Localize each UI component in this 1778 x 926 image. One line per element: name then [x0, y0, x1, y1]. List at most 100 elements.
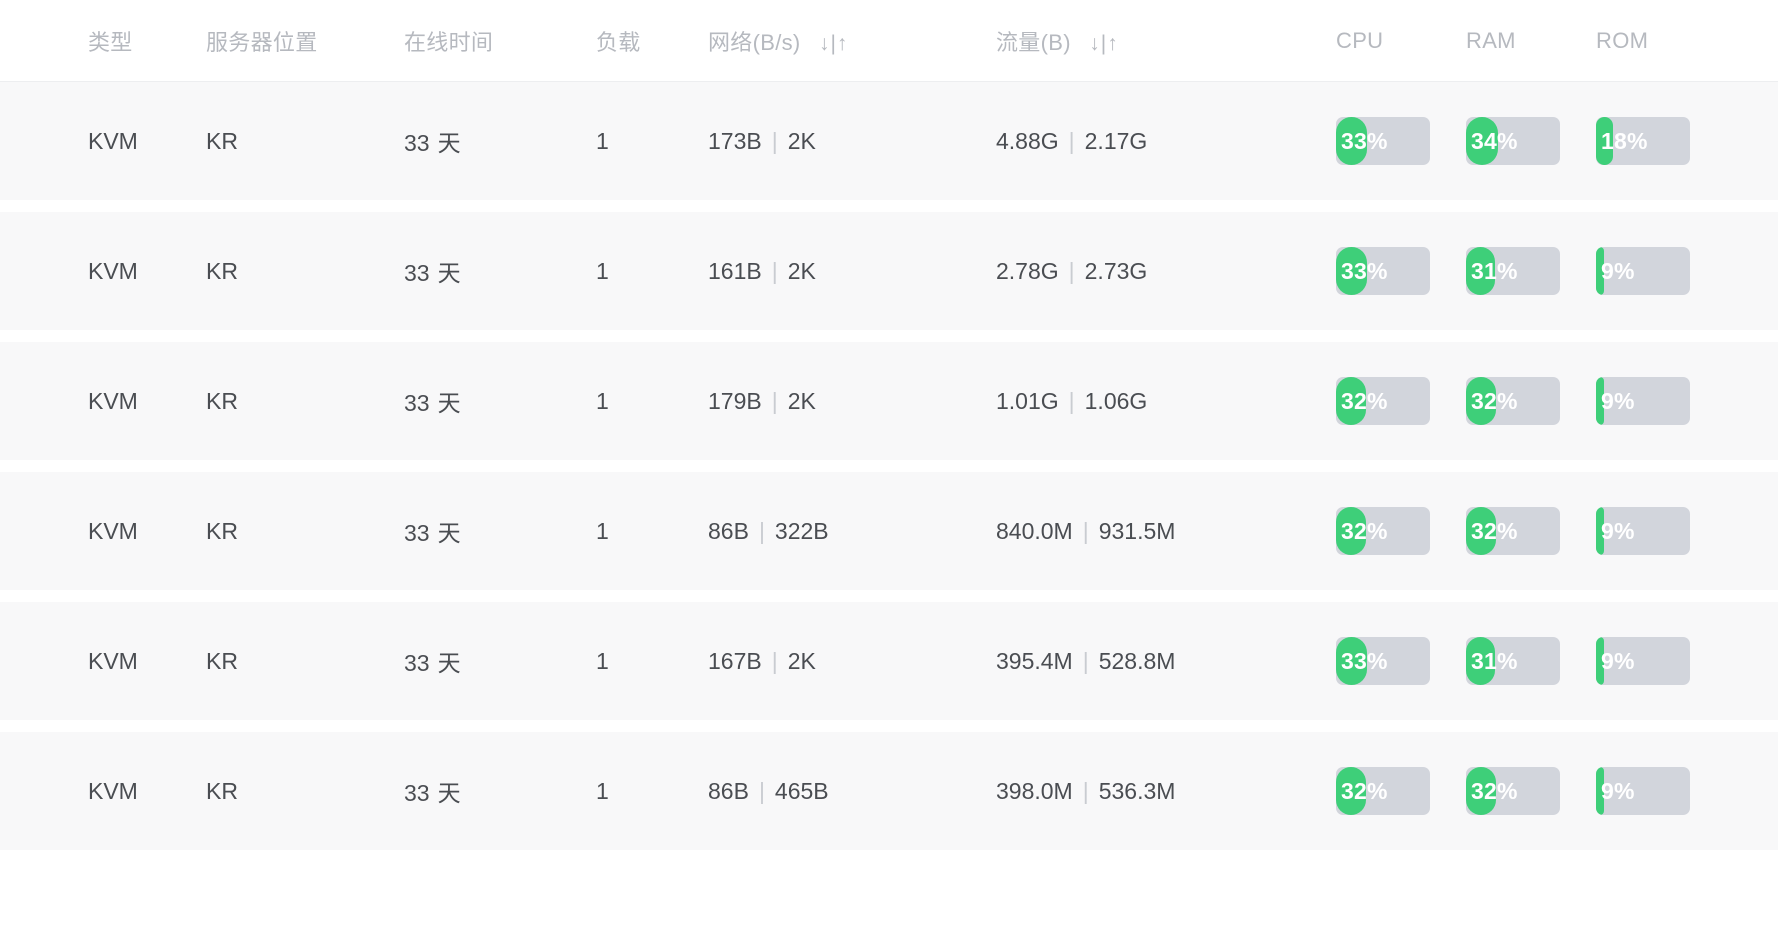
column-header-network[interactable]: 网络(B/s) ↓|↑ [708, 25, 996, 57]
ram-progress-bar: 32% [1466, 377, 1560, 425]
cpu-percent-label: 33% [1341, 127, 1388, 154]
table-header-row: 类型 服务器位置 在线时间 负载 网络(B/s) ↓|↑ 流量(B) ↓|↑ C… [0, 0, 1778, 82]
column-header-ram[interactable]: RAM [1466, 28, 1596, 54]
table-row[interactable]: KVM KR 33 天 1 167B | 2K 395.4M | 528.8M 33% 31% 9% [0, 602, 1778, 720]
cell-load: 1 [596, 388, 708, 415]
cell-type-value: KVM [88, 647, 138, 674]
cell-load: 1 [596, 258, 708, 285]
cell-uptime-value: 33 [404, 520, 430, 546]
cell-traffic-separator: | [1068, 127, 1075, 154]
sort-arrows-network-icon[interactable]: ↓|↑ [819, 32, 848, 56]
cell-network-separator: | [771, 257, 778, 284]
cell-location-value: KR [206, 647, 238, 674]
cpu-cell: 32% [1336, 507, 1466, 555]
ram-percent-label: 32% [1471, 387, 1518, 414]
cpu-cell: 32% [1336, 767, 1466, 815]
cell-network-down: 86B [708, 777, 749, 804]
cell-load: 1 [596, 518, 708, 545]
rom-percent-label: 9% [1601, 777, 1635, 804]
table-row[interactable]: KVM KR 33 天 1 161B | 2K 2.78G | 2.73G 33% 31% 9% [0, 212, 1778, 330]
cell-load: 1 [596, 778, 708, 805]
table-row[interactable]: KVM KR 33 天 1 173B | 2K 4.88G | 2.17G 33% 34% 18% [0, 82, 1778, 200]
cell-network: 86B | 465B [708, 778, 996, 805]
column-header-load-label: 负载 [596, 29, 641, 55]
cell-location: KR [206, 128, 404, 155]
cell-uptime-value: 33 [404, 130, 430, 156]
column-header-load[interactable]: 负载 [596, 25, 708, 57]
cell-network: 179B | 2K [708, 388, 996, 415]
cell-load-value: 1 [596, 257, 609, 284]
cell-network-up: 322B [774, 517, 829, 544]
cell-uptime-unit: 天 [437, 390, 461, 416]
cell-uptime-unit: 天 [437, 650, 461, 676]
cpu-cell: 32% [1336, 377, 1466, 425]
ram-progress-bar: 32% [1466, 767, 1560, 815]
cell-uptime: 33 天 [404, 124, 596, 158]
cell-traffic-down: 398.0M [996, 777, 1073, 804]
cell-traffic: 398.0M | 536.3M [996, 778, 1336, 805]
column-header-type-label: 类型 [88, 29, 133, 55]
rom-progress-bar: 9% [1596, 637, 1690, 685]
rom-percent-label: 9% [1601, 647, 1635, 674]
cell-network-down: 179B [708, 387, 762, 414]
column-header-uptime[interactable]: 在线时间 [404, 25, 596, 57]
cell-network-down: 173B [708, 127, 762, 154]
rom-percent-label: 9% [1601, 387, 1635, 414]
table-row[interactable]: KVM KR 33 天 1 86B | 322B 840.0M | 931.5M 32% 32% 9% [0, 472, 1778, 590]
column-header-cpu[interactable]: CPU [1336, 28, 1466, 54]
rom-cell: 9% [1596, 767, 1726, 815]
column-header-traffic[interactable]: 流量(B) ↓|↑ [996, 25, 1336, 57]
cell-network-separator: | [771, 127, 778, 154]
cell-traffic-separator: | [1082, 517, 1089, 544]
column-header-location-label: 服务器位置 [206, 29, 318, 55]
cell-traffic-separator: | [1068, 257, 1075, 284]
cell-traffic-separator: | [1082, 777, 1089, 804]
rom-cell: 18% [1596, 117, 1726, 165]
cell-uptime-unit: 天 [437, 780, 461, 806]
cell-type: KVM [88, 258, 206, 285]
rom-cell: 9% [1596, 637, 1726, 685]
rom-percent-label: 9% [1601, 517, 1635, 544]
cpu-progress-bar: 33% [1336, 247, 1430, 295]
cell-type: KVM [88, 648, 206, 675]
cell-network: 86B | 322B [708, 518, 996, 545]
cell-type-value: KVM [88, 387, 138, 414]
rom-cell: 9% [1596, 247, 1726, 295]
column-header-type[interactable]: 类型 [88, 25, 206, 57]
cpu-percent-label: 32% [1341, 387, 1388, 414]
cell-type: KVM [88, 778, 206, 805]
ram-progress-bar: 34% [1466, 117, 1560, 165]
column-header-traffic-label: 流量(B) [996, 29, 1071, 55]
ram-percent-label: 31% [1471, 257, 1518, 284]
cell-traffic-up: 1.06G [1084, 387, 1148, 414]
table-row[interactable]: KVM KR 33 天 1 179B | 2K 1.01G | 1.06G 32% 32% 9% [0, 342, 1778, 460]
sort-arrows-traffic-icon[interactable]: ↓|↑ [1089, 32, 1118, 56]
ram-percent-label: 34% [1471, 127, 1518, 154]
cpu-percent-label: 32% [1341, 777, 1388, 804]
table-row[interactable]: KVM KR 33 天 1 86B | 465B 398.0M | 536.3M 32% 32% 9% [0, 732, 1778, 850]
cell-type: KVM [88, 518, 206, 545]
ram-cell: 31% [1466, 637, 1596, 685]
ram-cell: 32% [1466, 377, 1596, 425]
rom-percent-label: 18% [1601, 127, 1648, 154]
ram-progress-bar: 32% [1466, 507, 1560, 555]
cpu-percent-label: 33% [1341, 257, 1388, 284]
cell-traffic-up: 2.73G [1084, 257, 1148, 284]
cpu-cell: 33% [1336, 247, 1466, 295]
cell-traffic-up: 536.3M [1098, 777, 1176, 804]
rom-progress-bar: 9% [1596, 377, 1690, 425]
cell-load-value: 1 [596, 647, 609, 674]
cell-network-up: 2K [787, 127, 816, 154]
cell-traffic-up: 931.5M [1098, 517, 1176, 544]
cell-location-value: KR [206, 517, 238, 544]
cell-traffic-down: 1.01G [996, 387, 1059, 414]
ram-percent-label: 32% [1471, 517, 1518, 544]
cpu-progress-bar: 32% [1336, 507, 1430, 555]
cell-traffic-down: 4.88G [996, 127, 1059, 154]
cell-type: KVM [88, 128, 206, 155]
rom-cell: 9% [1596, 507, 1726, 555]
cell-location-value: KR [206, 127, 238, 154]
column-header-location[interactable]: 服务器位置 [206, 25, 404, 57]
column-header-rom[interactable]: ROM [1596, 28, 1726, 54]
cell-load-value: 1 [596, 387, 609, 414]
